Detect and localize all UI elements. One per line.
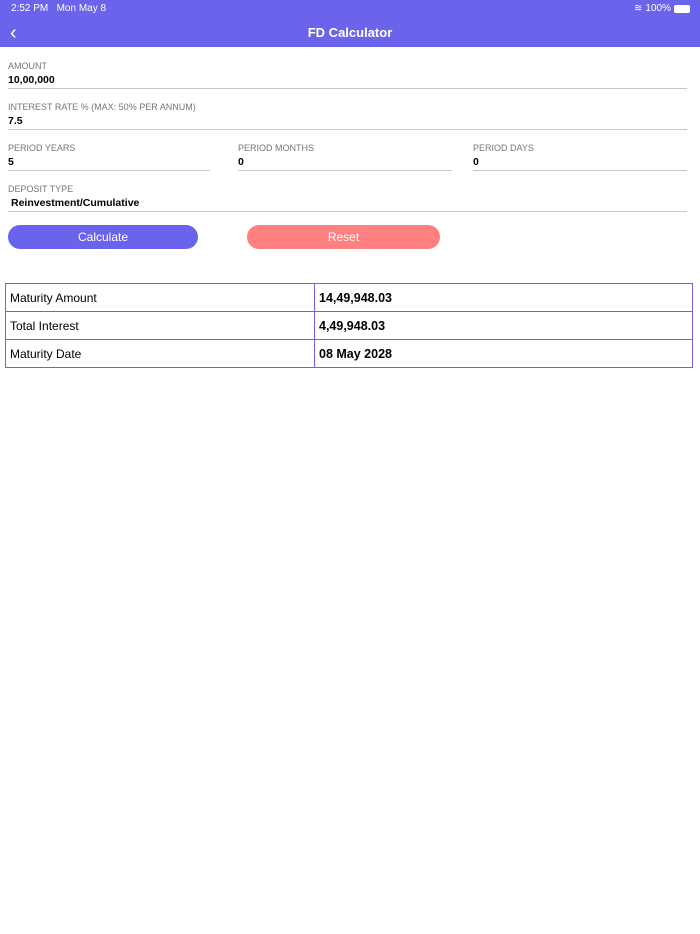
battery-percent: 100% xyxy=(645,3,671,14)
deposit-label: DEPOSIT TYPE xyxy=(8,184,74,194)
months-field[interactable]: PERIOD MONTHS 0 xyxy=(238,143,452,171)
deposit-type-field[interactable]: DEPOSIT TYPE Reinvestment/Cumulative xyxy=(8,184,687,212)
result-value: 14,49,948.03 xyxy=(314,283,693,312)
deposit-type-select[interactable]: Reinvestment/Cumulative xyxy=(8,197,687,211)
table-row: Maturity Date 08 May 2028 xyxy=(5,339,693,368)
days-field[interactable]: PERIOD DAYS 0 xyxy=(473,143,687,171)
days-label: PERIOD DAYS xyxy=(473,143,534,153)
years-label: PERIOD YEARS xyxy=(8,143,76,153)
calculate-button[interactable]: Calculate xyxy=(8,225,198,249)
status-time: 2:52 PM Mon May 8 xyxy=(11,3,106,14)
result-value: 08 May 2028 xyxy=(314,339,693,368)
rate-input[interactable]: 7.5 xyxy=(8,115,687,129)
reset-button[interactable]: Reset xyxy=(247,225,440,249)
result-label: Maturity Amount xyxy=(5,283,315,312)
years-input[interactable]: 5 xyxy=(8,156,210,170)
nav-header: 2:52 PM Mon May 8 ≋ 100% ‹ FD Calculator xyxy=(0,0,700,47)
status-right: ≋ 100% xyxy=(634,3,690,14)
days-input[interactable]: 0 xyxy=(473,156,687,170)
result-value: 4,49,948.03 xyxy=(314,311,693,340)
page-title: FD Calculator xyxy=(307,25,393,40)
months-label: PERIOD MONTHS xyxy=(238,143,315,153)
amount-field[interactable]: AMOUNT 10,00,000 xyxy=(8,61,687,89)
amount-input[interactable]: 10,00,000 xyxy=(8,74,687,88)
years-field[interactable]: PERIOD YEARS 5 xyxy=(8,143,210,171)
rate-field[interactable]: INTEREST RATE % (MAX: 50% PER ANNUM) 7.5 xyxy=(8,102,687,130)
time: 2:52 PM xyxy=(11,3,49,14)
months-input[interactable]: 0 xyxy=(238,156,452,170)
wifi-icon: ≋ xyxy=(634,3,643,14)
result-label: Total Interest xyxy=(5,311,315,340)
amount-label: AMOUNT xyxy=(8,61,47,71)
result-label: Maturity Date xyxy=(5,339,315,368)
results-table: Maturity Amount 14,49,948.03 Total Intere… xyxy=(5,283,693,368)
date: Mon May 8 xyxy=(56,3,107,14)
table-row: Maturity Amount 14,49,948.03 xyxy=(5,283,693,312)
rate-label: INTEREST RATE % (MAX: 50% PER ANNUM) xyxy=(8,102,196,112)
table-row: Total Interest 4,49,948.03 xyxy=(5,311,693,340)
battery-icon xyxy=(674,4,690,13)
